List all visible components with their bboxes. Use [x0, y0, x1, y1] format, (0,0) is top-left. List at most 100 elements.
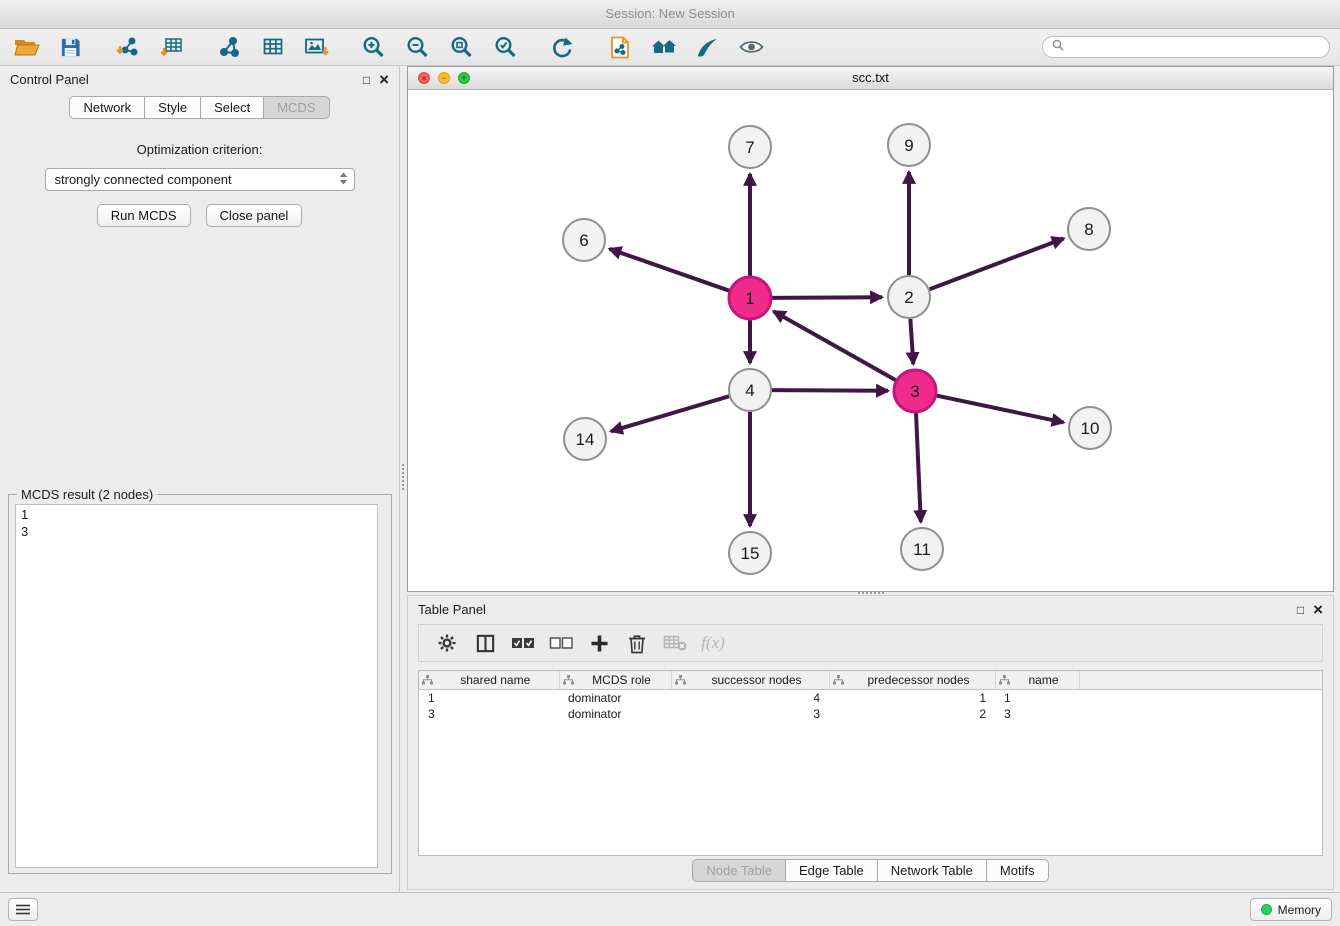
window-zoom-icon[interactable]: + [458, 72, 470, 84]
edge-1-6[interactable] [610, 249, 730, 291]
close-panel-button[interactable]: Close panel [206, 204, 303, 227]
svg-text:3: 3 [910, 382, 919, 401]
tab-network[interactable]: Network [69, 96, 145, 119]
svg-text:1: 1 [745, 289, 754, 308]
import-table-icon[interactable] [153, 32, 190, 63]
delete-column-icon[interactable] [618, 628, 656, 658]
svg-text:4: 4 [745, 381, 754, 400]
svg-text:9: 9 [904, 136, 913, 155]
status-bar: Memory [0, 892, 1340, 926]
node-15[interactable]: 15 [729, 532, 771, 574]
edge-1-2[interactable] [772, 297, 882, 298]
column-header-shared-name[interactable]: shared name [419, 671, 559, 690]
edge-4-3[interactable] [772, 390, 888, 391]
table-row[interactable]: 1dominator411 [419, 690, 1322, 707]
float-panel-icon[interactable]: □ [363, 74, 370, 86]
select-all-icon[interactable] [504, 628, 542, 658]
edge-2-3[interactable] [910, 319, 913, 364]
float-table-panel-icon[interactable]: □ [1297, 604, 1304, 616]
node-9[interactable]: 9 [888, 124, 930, 166]
node-table-container: shared nameMCDS rolesuccessor nodesprede… [418, 670, 1323, 856]
column-header-name[interactable]: name [995, 671, 1079, 690]
table-row[interactable]: 3dominator323 [419, 706, 1322, 722]
column-header-predecessor-nodes[interactable]: predecessor nodes [829, 671, 995, 690]
dropdown-stepper-icon [339, 172, 348, 188]
refresh-icon[interactable] [544, 32, 581, 63]
add-column-icon[interactable] [580, 628, 618, 658]
deselect-all-icon[interactable] [542, 628, 580, 658]
table-tab-edge-table[interactable]: Edge Table [785, 859, 878, 882]
edge-2-8[interactable] [930, 239, 1064, 290]
node-table: shared nameMCDS rolesuccessor nodesprede… [419, 671, 1322, 722]
table-toolbar: f(x) [418, 624, 1323, 662]
close-table-panel-icon[interactable]: × [1313, 601, 1323, 618]
memory-button[interactable]: Memory [1250, 898, 1332, 921]
tab-style[interactable]: Style [144, 96, 201, 119]
node-7[interactable]: 7 [729, 126, 771, 168]
node-10[interactable]: 10 [1069, 407, 1111, 449]
layout-home-icon[interactable] [645, 32, 682, 63]
window-close-icon[interactable]: × [418, 72, 430, 84]
table-tab-motifs[interactable]: Motifs [986, 859, 1049, 882]
node-2[interactable]: 2 [888, 276, 930, 318]
column-visibility-icon[interactable] [466, 628, 504, 658]
show-graphics-icon[interactable] [733, 32, 770, 63]
run-mcds-button[interactable]: Run MCDS [97, 204, 191, 227]
network-window-titlebar[interactable]: × − + scc.txt [408, 67, 1333, 90]
edge-3-1[interactable] [774, 311, 896, 380]
edge-3-10[interactable] [937, 396, 1064, 423]
table-settings-icon[interactable] [428, 628, 466, 658]
node-4[interactable]: 4 [729, 369, 771, 411]
column-header-successor-nodes[interactable]: successor nodes [671, 671, 829, 690]
zoom-selected-icon[interactable] [487, 32, 524, 63]
table-tab-network-table[interactable]: Network Table [877, 859, 987, 882]
mcds-result-list[interactable]: 13 [15, 504, 378, 868]
node-11[interactable]: 11 [901, 528, 943, 570]
main-toolbar [0, 29, 1340, 66]
vertical-splitter[interactable] [400, 66, 407, 892]
tab-mcds[interactable]: MCDS [263, 96, 329, 119]
sort-icon [833, 675, 844, 685]
node-8[interactable]: 8 [1068, 208, 1110, 250]
svg-text:14: 14 [576, 430, 595, 449]
table-tab-node-table[interactable]: Node Table [692, 859, 786, 882]
toolbar-icon-group [8, 32, 777, 63]
node-6[interactable]: 6 [563, 219, 605, 261]
search-input[interactable] [1070, 39, 1320, 55]
edge-4-14[interactable] [611, 396, 729, 431]
sort-icon [563, 675, 574, 685]
export-image-icon[interactable] [298, 32, 335, 63]
ui-settings-button[interactable] [8, 898, 38, 921]
control-panel-title: Control Panel [10, 72, 363, 87]
tab-select[interactable]: Select [200, 96, 264, 119]
node-3[interactable]: 3 [894, 370, 936, 412]
network-canvas[interactable]: 7 9 6 8 1 2 4 3 14 10 15 11 [408, 89, 1333, 591]
import-network-icon[interactable] [109, 32, 146, 63]
open-session-icon[interactable] [8, 32, 45, 63]
zoom-out-icon[interactable] [399, 32, 436, 63]
control-panel-header: Control Panel □ × [0, 66, 399, 93]
optimization-criterion-label: Optimization criterion: [0, 142, 399, 157]
column-header-MCDS-role[interactable]: MCDS role [559, 671, 671, 690]
apply-style-icon[interactable] [689, 32, 726, 63]
network-window-title: scc.txt [852, 70, 889, 85]
node-1[interactable]: 1 [729, 277, 771, 319]
window-minimize-icon[interactable]: − [438, 72, 450, 84]
new-table-icon[interactable] [254, 32, 291, 63]
new-network-icon[interactable] [210, 32, 247, 63]
close-panel-icon[interactable]: × [379, 71, 389, 88]
search-box[interactable] [1042, 36, 1330, 58]
svg-text:11: 11 [913, 540, 931, 559]
table-panel-header: Table Panel □ × [408, 596, 1333, 623]
edge-3-11[interactable] [916, 413, 921, 522]
control-panel: Control Panel □ × NetworkStyleSelectMCDS… [0, 66, 400, 892]
zoom-fit-icon[interactable] [443, 32, 480, 63]
criterion-dropdown[interactable]: strongly connected component [45, 168, 355, 191]
save-session-icon[interactable] [52, 32, 89, 63]
sort-icon [999, 675, 1010, 685]
table-panel: Table Panel □ × f(x) shared nameMCDS rol… [407, 595, 1334, 890]
zoom-in-icon[interactable] [355, 32, 392, 63]
control-panel-tabs: NetworkStyleSelectMCDS [0, 96, 399, 119]
node-14[interactable]: 14 [564, 418, 606, 460]
copy-document-icon[interactable] [601, 32, 638, 63]
